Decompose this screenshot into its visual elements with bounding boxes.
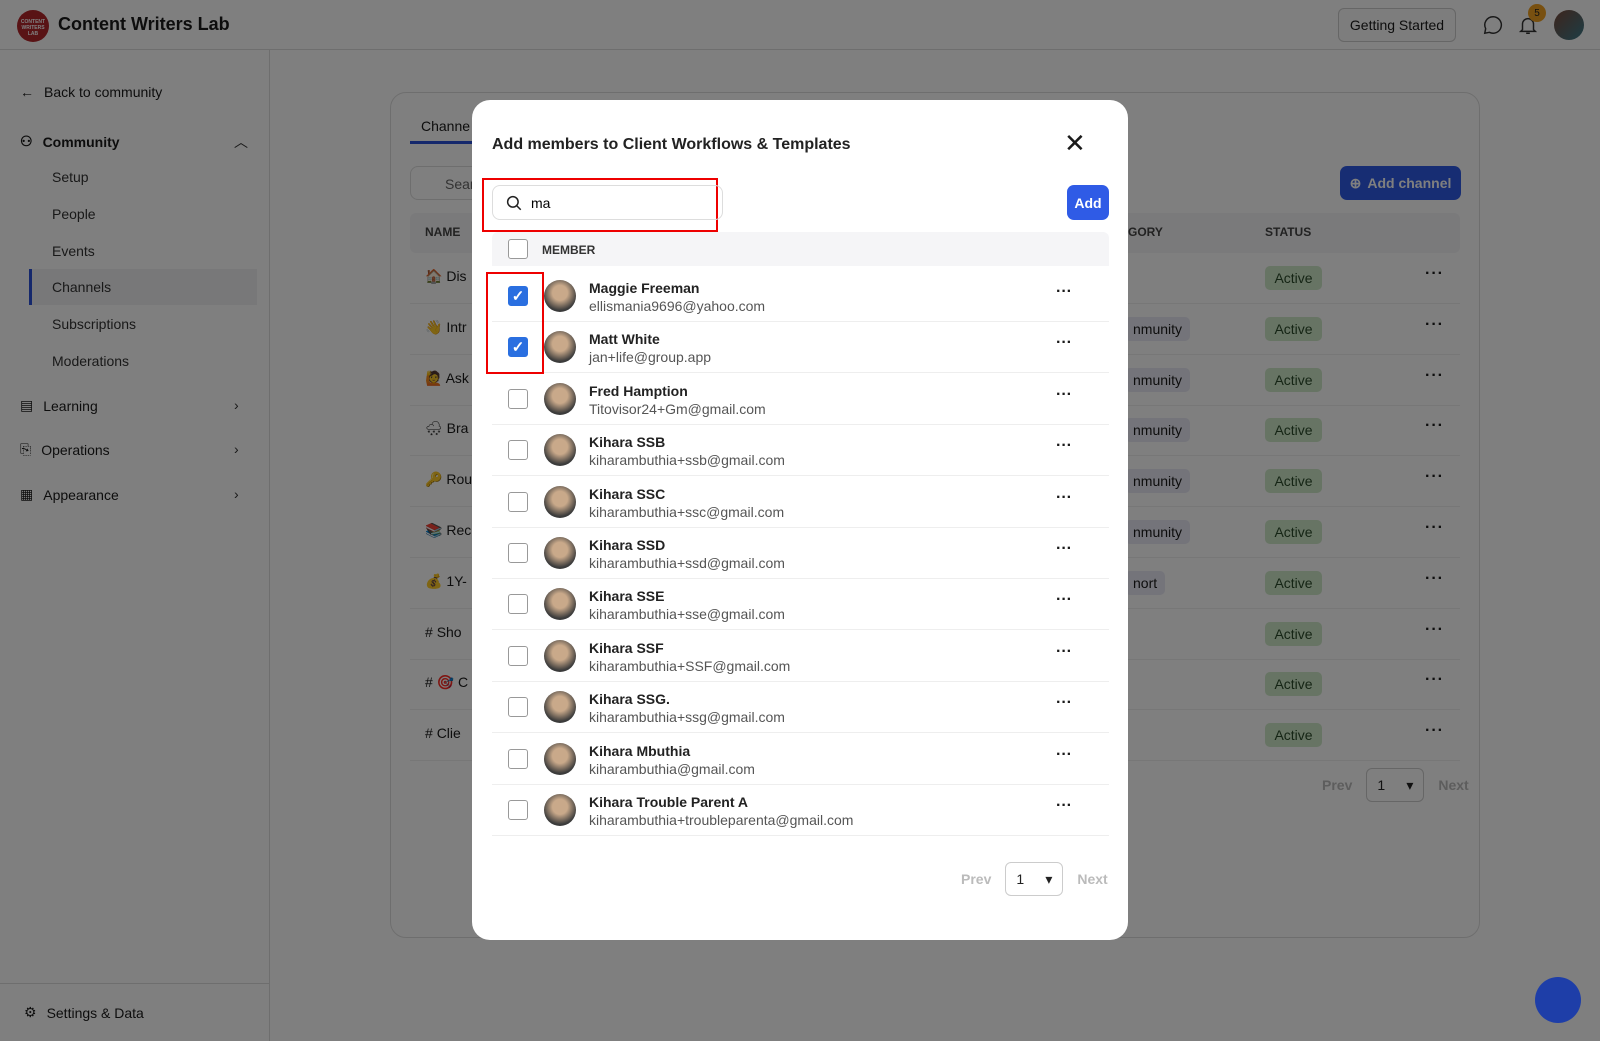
- chat-widget-button[interactable]: [1535, 977, 1581, 1023]
- member-name: Kihara Trouble Parent A: [589, 794, 748, 810]
- member-row[interactable]: Fred Hamption Titovisor24+Gm@gmail.com ·…: [492, 374, 1109, 425]
- avatar: [544, 742, 576, 775]
- member-name: Kihara SSD: [589, 537, 666, 553]
- member-row[interactable]: ✓ Maggie Freeman ellismania9696@yahoo.co…: [492, 271, 1109, 322]
- member-name: Kihara SSE: [589, 588, 665, 605]
- more-options-icon[interactable]: ···: [1056, 797, 1072, 815]
- member-checkbox[interactable]: [508, 645, 528, 666]
- member-checkbox[interactable]: [508, 388, 528, 409]
- member-name: Kihara SSB: [589, 434, 666, 451]
- modal-title: Add members to Client Workflows & Templa…: [492, 136, 851, 153]
- member-email: kiharambuthia+ssb@gmail.com: [589, 452, 785, 469]
- avatar: [544, 794, 576, 826]
- member-email: kiharambuthia@gmail.com: [589, 760, 755, 777]
- more-options-icon[interactable]: ···: [1056, 386, 1072, 404]
- member-row[interactable]: Kihara SSE kiharambuthia+sse@gmail.com ·…: [492, 579, 1109, 631]
- member-search-input[interactable]: [531, 194, 711, 211]
- member-row[interactable]: Kihara SSG. kiharambuthia+ssg@gmail.com …: [492, 682, 1109, 734]
- member-search-field[interactable]: [492, 185, 723, 220]
- member-row[interactable]: Kihara Trouble Parent A kiharambuthia+tr…: [492, 785, 1109, 836]
- member-email: kiharambuthia+ssg@gmail.com: [589, 709, 785, 726]
- next-button[interactable]: Next: [1077, 871, 1107, 887]
- avatar: [544, 280, 576, 312]
- prev-button[interactable]: Prev: [961, 871, 991, 887]
- member-checkbox[interactable]: [508, 748, 528, 769]
- avatar: [544, 485, 576, 518]
- more-options-icon[interactable]: ···: [1056, 643, 1072, 661]
- close-icon[interactable]: ✕: [1064, 130, 1086, 156]
- avatar: [544, 537, 576, 569]
- member-name: Kihara SSC: [589, 485, 666, 502]
- member-email: Titovisor24+Gm@gmail.com: [589, 400, 766, 417]
- avatar: [544, 691, 576, 724]
- avatar: [544, 639, 576, 672]
- page-value: 1: [1016, 871, 1025, 887]
- member-name: Maggie Freeman: [589, 280, 700, 296]
- more-options-icon[interactable]: ···: [1056, 591, 1072, 609]
- member-email: kiharambuthia+SSF@gmail.com: [589, 657, 791, 674]
- member-email: kiharambuthia+troubleparenta@gmail.com: [589, 812, 854, 828]
- member-email: kiharambuthia+ssd@gmail.com: [589, 555, 785, 571]
- more-options-icon[interactable]: ···: [1056, 437, 1072, 455]
- members-pagination: Prev 1 ▾ Next: [961, 862, 1108, 896]
- col-member: MEMBER: [542, 243, 596, 257]
- more-options-icon[interactable]: ···: [1056, 746, 1072, 764]
- member-email: kiharambuthia+ssc@gmail.com: [589, 503, 785, 520]
- member-row[interactable]: Kihara SSC kiharambuthia+ssc@gmail.com ·…: [492, 477, 1109, 528]
- member-name: Kihara SSG.: [589, 691, 670, 708]
- more-options-icon[interactable]: ···: [1056, 540, 1072, 558]
- member-row[interactable]: ✓ Matt White jan+life@group.app ···: [492, 322, 1109, 374]
- member-name: Fred Hamption: [589, 382, 688, 399]
- caret-down-icon: ▾: [1045, 870, 1053, 887]
- member-email: jan+life@group.app: [589, 349, 712, 366]
- member-checkbox[interactable]: [508, 491, 528, 512]
- avatar: [544, 588, 576, 621]
- member-checkbox[interactable]: [508, 543, 528, 563]
- member-row[interactable]: Kihara SSD kiharambuthia+ssd@gmail.com ·…: [492, 528, 1109, 579]
- highlight-box-checked: [486, 272, 544, 374]
- member-checkbox[interactable]: [508, 440, 528, 461]
- page-select[interactable]: 1▾: [1005, 862, 1064, 896]
- member-name: Kihara Mbuthia: [589, 742, 691, 759]
- member-row[interactable]: Kihara SSF kiharambuthia+SSF@gmail.com ·…: [492, 631, 1109, 682]
- search-icon: [506, 195, 522, 210]
- member-name: Matt White: [589, 331, 660, 348]
- avatar: [544, 382, 576, 415]
- member-checkbox[interactable]: [508, 594, 528, 615]
- member-row[interactable]: Kihara Mbuthia kiharambuthia@gmail.com ·…: [492, 734, 1109, 785]
- member-email: ellismania9696@yahoo.com: [589, 298, 766, 314]
- more-options-icon[interactable]: ···: [1056, 489, 1072, 507]
- more-options-icon[interactable]: ···: [1056, 334, 1072, 352]
- avatar: [544, 331, 576, 364]
- member-name: Kihara SSF: [589, 639, 664, 656]
- avatar: [544, 434, 576, 467]
- add-members-modal: Add members to Client Workflows & Templa…: [472, 100, 1128, 940]
- member-email: kiharambuthia+sse@gmail.com: [589, 606, 785, 623]
- member-row[interactable]: Kihara SSB kiharambuthia+ssb@gmail.com ·…: [492, 425, 1109, 477]
- add-button[interactable]: Add: [1067, 185, 1109, 220]
- member-checkbox[interactable]: [508, 697, 528, 718]
- member-checkbox[interactable]: [508, 800, 528, 820]
- more-options-icon[interactable]: ···: [1056, 694, 1072, 712]
- member-table-header: MEMBER: [492, 232, 1109, 266]
- select-all-checkbox[interactable]: [508, 239, 528, 259]
- more-options-icon[interactable]: ···: [1056, 283, 1072, 301]
